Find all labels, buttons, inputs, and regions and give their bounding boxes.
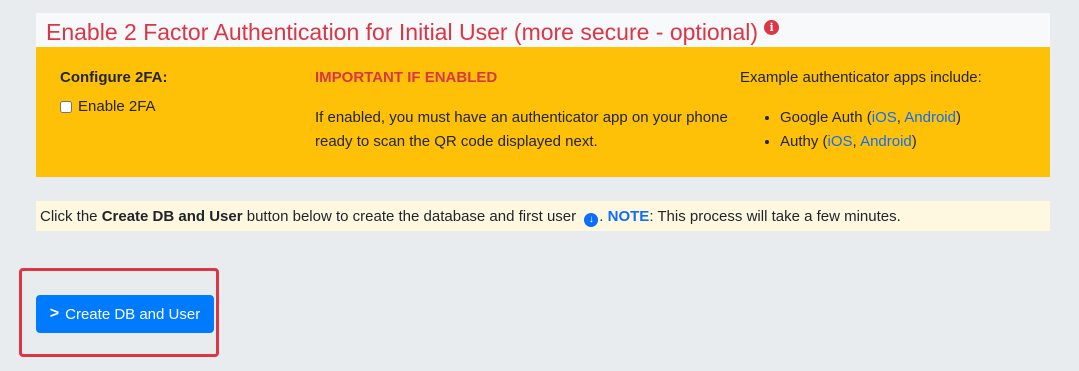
configure-title: Configure 2FA: [60,69,168,86]
chevron-right-icon: > [49,305,60,322]
note-prefix: Click the [40,208,102,225]
create-db-and-user-button[interactable]: > Create DB and User [36,295,214,333]
enable-2fa-row[interactable]: Enable 2FA [60,98,168,115]
arrow-down-circle-icon: ↓ [584,213,599,227]
instruction-text: Click the Create DB and User button belo… [40,208,901,227]
authy-ios-link[interactable]: iOS [828,133,853,150]
google-auth-ios-link[interactable]: iOS [872,109,897,126]
section-title-text: Enable 2 Factor Authentication for Initi… [46,19,759,45]
info-icon[interactable]: i [764,20,780,35]
twofa-panel: Configure 2FA: Enable 2FA IMPORTANT IF E… [36,47,1050,177]
enable-2fa-checkbox[interactable] [60,100,72,113]
enable-2fa-label: Enable 2FA [78,98,156,115]
app-item-google-auth: Google Auth (iOS, Android) [780,106,1040,130]
section-header: Enable 2 Factor Authentication for Initi… [36,13,1050,47]
authy-android-link[interactable]: Android [860,133,912,150]
apps-title: Example authenticator apps include: [740,69,982,86]
app-item-authy: Authy (iOS, Android) [780,130,1040,154]
note-label: NOTE [607,208,650,225]
section-title: Enable 2 Factor Authentication for Initi… [46,18,780,46]
create-button-label: Create DB and User [65,305,201,323]
important-title: IMPORTANT IF ENABLED [315,69,498,86]
apps-column: Example authenticator apps include: Goog… [740,69,1040,154]
note-middle: button below to create the database and … [242,208,581,225]
note-suffix: : This process will take a few minutes. [649,208,901,225]
instruction-note: Click the Create DB and User button belo… [36,201,1050,231]
google-auth-android-link[interactable]: Android [904,109,956,126]
app-name: Google Auth [780,109,863,126]
important-column: IMPORTANT IF ENABLED If enabled, you mus… [315,69,735,154]
app-name: Authy [780,133,819,150]
apps-list: Google Auth (iOS, Android) Authy (iOS, A… [740,106,1040,154]
important-body: If enabled, you must have an authenticat… [315,109,728,150]
configure-column: Configure 2FA: Enable 2FA [60,69,168,115]
note-button-name: Create DB and User [101,208,243,225]
